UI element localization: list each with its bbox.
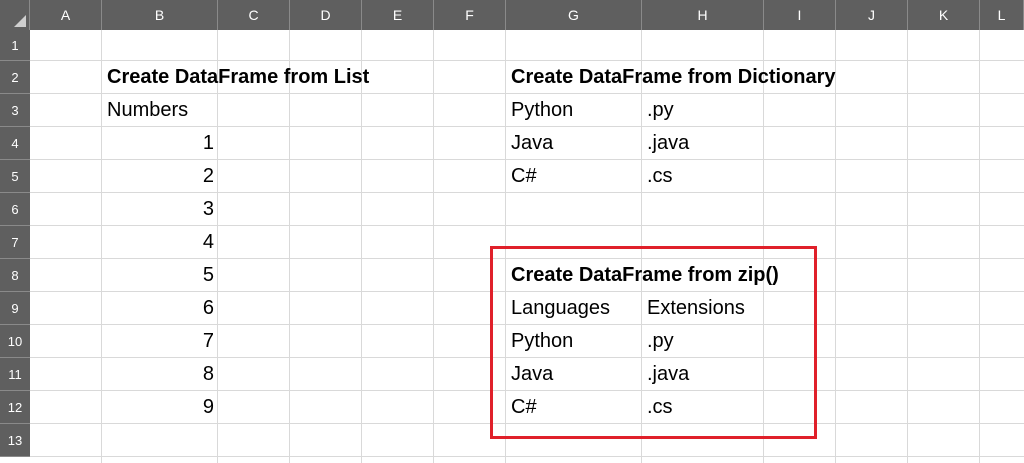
cell-g4[interactable]: Java — [506, 127, 642, 160]
cell-g5[interactable]: C# — [506, 160, 642, 193]
column-header-g[interactable]: G — [506, 0, 642, 30]
cell-g12[interactable]: C# — [506, 391, 642, 424]
row-header-13[interactable]: 13 — [0, 424, 30, 457]
spreadsheet[interactable]: ABCDEFGHIJKL 1 2 3 4 5 6 7 8 9 10 11 12 13 Create Da… — [0, 0, 1024, 463]
row-header-10[interactable]: 10 — [0, 325, 30, 358]
row-header-2[interactable]: 2 — [0, 61, 30, 94]
column-header-i[interactable]: I — [764, 0, 836, 30]
cell-g10[interactable]: Python — [506, 325, 642, 358]
select-all-icon — [14, 15, 26, 27]
gridline-horizontal — [30, 456, 1024, 457]
row-header-1[interactable]: 1 — [0, 30, 30, 61]
cell-h12[interactable]: .cs — [642, 391, 764, 424]
column-header-c[interactable]: C — [218, 0, 290, 30]
gridline-vertical — [289, 30, 290, 463]
cell-b3[interactable]: Numbers — [102, 94, 218, 127]
cell-g9[interactable]: Languages — [506, 292, 642, 325]
gridline-vertical — [433, 30, 434, 463]
cell-b10[interactable]: 7 — [102, 325, 218, 358]
cell-b7[interactable]: 4 — [102, 226, 218, 259]
cell-g8[interactable]: Create DataFrame from zip() — [506, 259, 779, 292]
row-header-9[interactable]: 9 — [0, 292, 30, 325]
column-header-e[interactable]: E — [362, 0, 434, 30]
gridline-vertical — [835, 30, 836, 463]
column-header-f[interactable]: F — [434, 0, 506, 30]
cell-h4[interactable]: .java — [642, 127, 764, 160]
column-header-j[interactable]: J — [836, 0, 908, 30]
gridline-vertical — [907, 30, 908, 463]
column-header-k[interactable]: K — [908, 0, 980, 30]
cell-b2[interactable]: Create DataFrame from List — [102, 61, 369, 94]
column-header-d[interactable]: D — [290, 0, 362, 30]
gridline-vertical — [979, 30, 980, 463]
cell-g3[interactable]: Python — [506, 94, 642, 127]
cell-g2[interactable]: Create DataFrame from Dictionary — [506, 61, 836, 94]
column-header-h[interactable]: H — [642, 0, 764, 30]
cell-h10[interactable]: .py — [642, 325, 764, 358]
cell-h11[interactable]: .java — [642, 358, 764, 391]
row-header-11[interactable]: 11 — [0, 358, 30, 391]
row-header-6[interactable]: 6 — [0, 193, 30, 226]
cell-h9[interactable]: Extensions — [642, 292, 764, 325]
cell-b12[interactable]: 9 — [102, 391, 218, 424]
cell-b4[interactable]: 1 — [102, 127, 218, 160]
cell-g11[interactable]: Java — [506, 358, 642, 391]
gridline-vertical — [361, 30, 362, 463]
cell-b6[interactable]: 3 — [102, 193, 218, 226]
row-header-4[interactable]: 4 — [0, 127, 30, 160]
cell-h5[interactable]: .cs — [642, 160, 764, 193]
cell-b11[interactable]: 8 — [102, 358, 218, 391]
row-header-12[interactable]: 12 — [0, 391, 30, 424]
cell-b5[interactable]: 2 — [102, 160, 218, 193]
row-header-3[interactable]: 3 — [0, 94, 30, 127]
row-header-5[interactable]: 5 — [0, 160, 30, 193]
row-header-8[interactable]: 8 — [0, 259, 30, 292]
row-header-7[interactable]: 7 — [0, 226, 30, 259]
cell-h3[interactable]: .py — [642, 94, 764, 127]
select-all-corner[interactable] — [0, 0, 30, 30]
cell-b8[interactable]: 5 — [102, 259, 218, 292]
cell-b9[interactable]: 6 — [102, 292, 218, 325]
column-header-b[interactable]: B — [102, 0, 218, 30]
column-header-l[interactable]: L — [980, 0, 1024, 30]
column-header-a[interactable]: A — [30, 0, 102, 30]
